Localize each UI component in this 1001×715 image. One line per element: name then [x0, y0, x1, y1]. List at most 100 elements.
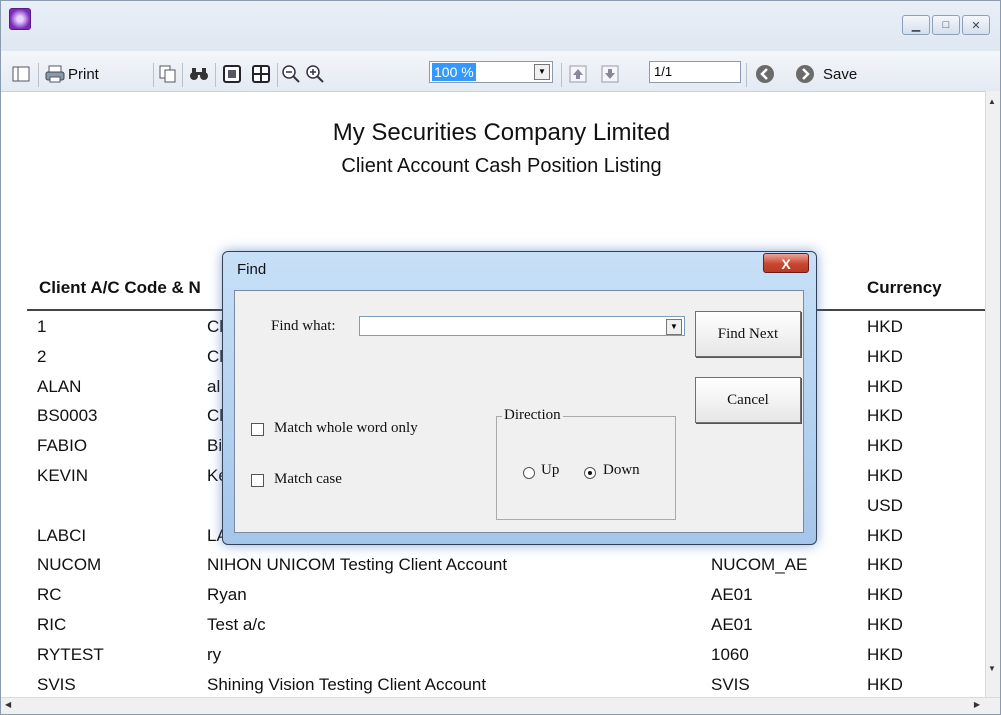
- scroll-up-icon[interactable]: ▲: [988, 97, 996, 106]
- zoom-out-button[interactable]: [282, 63, 300, 85]
- arrow-down-icon: [601, 65, 619, 83]
- cell-code: BS0003: [37, 406, 98, 425]
- zoom-out-icon: [282, 65, 300, 83]
- cell-code: FABIO: [37, 436, 88, 455]
- find-button[interactable]: [189, 63, 209, 85]
- arrow-up-icon: [569, 65, 587, 83]
- cell-ae: AE01: [711, 615, 753, 634]
- cell-ccy: HKD: [867, 526, 903, 545]
- col-header-currency: Currency: [867, 278, 942, 297]
- title-bar: ▁ □ ✕: [1, 1, 1000, 51]
- find-what-label: Find what:: [271, 318, 336, 334]
- cell-name: Ryan: [207, 585, 247, 604]
- cell-ccy: HKD: [867, 615, 903, 634]
- direction-label: Direction: [502, 407, 563, 424]
- cell-code: RC: [37, 585, 62, 604]
- binoculars-icon: [190, 68, 208, 80]
- cell-name: Bi: [207, 436, 223, 455]
- zoom-value: 100 %: [432, 63, 476, 81]
- zoom-in-button[interactable]: [306, 63, 324, 85]
- app-icon[interactable]: [9, 8, 31, 30]
- copy-button[interactable]: [159, 63, 177, 85]
- minimize-icon: ▁: [911, 19, 921, 32]
- horizontal-scrollbar[interactable]: ◀ ▶: [1, 697, 1000, 714]
- print-button[interactable]: Print: [45, 63, 99, 85]
- close-window-button[interactable]: ✕: [962, 15, 990, 35]
- direction-down-radio[interactable]: [584, 467, 596, 479]
- maximize-button[interactable]: □: [932, 15, 960, 35]
- match-case-checkbox[interactable]: [251, 474, 264, 487]
- cell-ccy: HKD: [867, 347, 903, 366]
- scroll-right-icon[interactable]: ▶: [974, 700, 980, 709]
- cell-ccy: HKD: [867, 675, 903, 694]
- chevron-down-icon[interactable]: ▼: [534, 64, 550, 80]
- cell-name: Test a/c: [207, 615, 266, 634]
- single-page-button[interactable]: [223, 63, 241, 85]
- close-icon: X: [781, 256, 791, 272]
- cell-ccy: HKD: [867, 555, 903, 574]
- find-next-label: Find Next: [717, 326, 779, 342]
- vertical-scrollbar[interactable]: ▲ ▼: [985, 91, 1000, 697]
- close-icon: ✕: [971, 19, 981, 32]
- cell-ccy: HKD: [867, 406, 903, 425]
- cell-name: ry: [207, 645, 222, 664]
- cell-name: al: [207, 377, 221, 396]
- save-button[interactable]: Save: [823, 63, 857, 85]
- cell-code: RIC: [37, 615, 67, 634]
- report-company: My Securities Company Limited: [332, 119, 671, 146]
- cancel-label: Cancel: [727, 392, 769, 408]
- cell-code: SVIS: [37, 675, 76, 694]
- cell-ae: AE01: [711, 585, 753, 604]
- next-page-button[interactable]: [601, 63, 619, 85]
- cell-ae: 1060: [711, 645, 749, 664]
- scroll-down-icon[interactable]: ▼: [988, 664, 996, 673]
- find-next-button[interactable]: Find Next: [695, 311, 801, 357]
- cancel-button[interactable]: Cancel: [695, 377, 801, 423]
- chevron-down-icon[interactable]: ▼: [666, 319, 682, 335]
- scroll-left-icon[interactable]: ◀: [5, 700, 11, 709]
- cell-code: LABCI: [37, 526, 87, 545]
- match-case-label: Match case: [274, 471, 342, 487]
- direction-up-label: Up: [541, 462, 560, 478]
- back-arrow-icon: [756, 65, 774, 83]
- first-page-button[interactable]: [569, 63, 587, 85]
- print-label: Print: [68, 65, 99, 83]
- cell-name: Cl: [207, 317, 224, 336]
- cell-code: 1: [37, 317, 47, 336]
- direction-down-label: Down: [603, 462, 640, 478]
- forward-button[interactable]: [795, 63, 815, 85]
- toggle-tree-button[interactable]: [12, 63, 30, 85]
- minimize-button[interactable]: ▁: [902, 15, 930, 35]
- cell-ccy: HKD: [867, 436, 903, 455]
- match-whole-word-checkbox[interactable]: [251, 423, 264, 436]
- cell-code: ALAN: [37, 377, 82, 396]
- save-label: Save: [823, 65, 858, 83]
- tree-panel-icon: [12, 66, 30, 82]
- cell-ccy: HKD: [867, 466, 903, 485]
- report-viewer-window: ▁ □ ✕ Print Save 100 % ▼ 1/1 My Securiti…: [0, 0, 1001, 715]
- maximize-icon: □: [942, 19, 950, 31]
- find-dialog-body: Find what: ▼ Find Next Cancel Match whol…: [234, 290, 804, 533]
- zoom-combo[interactable]: 100 % ▼: [429, 61, 553, 83]
- find-dialog: Find X Find what: ▼ Find Next Cancel Mat…: [222, 251, 817, 545]
- find-dialog-title: Find: [237, 261, 267, 278]
- cell-code: NUCOM: [37, 555, 102, 574]
- back-button[interactable]: [755, 63, 775, 85]
- multi-page-button[interactable]: [252, 63, 270, 85]
- direction-group: Direction Up Down: [496, 407, 676, 520]
- find-what-input[interactable]: ▼: [359, 316, 685, 336]
- match-whole-word-label: Match whole word only: [274, 420, 418, 436]
- report-title: Client Account Cash Position Listing: [341, 155, 662, 177]
- cell-ccy: HKD: [867, 585, 903, 604]
- cell-ae: SVIS: [711, 675, 750, 694]
- col-header-client: Client A/C Code & N: [39, 278, 201, 297]
- zoom-in-icon: [306, 65, 324, 83]
- forward-arrow-icon: [796, 65, 814, 83]
- page-number-field[interactable]: 1/1: [649, 61, 741, 83]
- cell-name: Shining Vision Testing Client Account: [207, 675, 487, 694]
- find-dialog-close-button[interactable]: X: [763, 253, 809, 273]
- direction-up-radio[interactable]: [523, 467, 535, 479]
- cell-ccy: HKD: [867, 377, 903, 396]
- cell-name: Cl: [207, 406, 224, 425]
- cell-code: RYTEST: [37, 645, 104, 664]
